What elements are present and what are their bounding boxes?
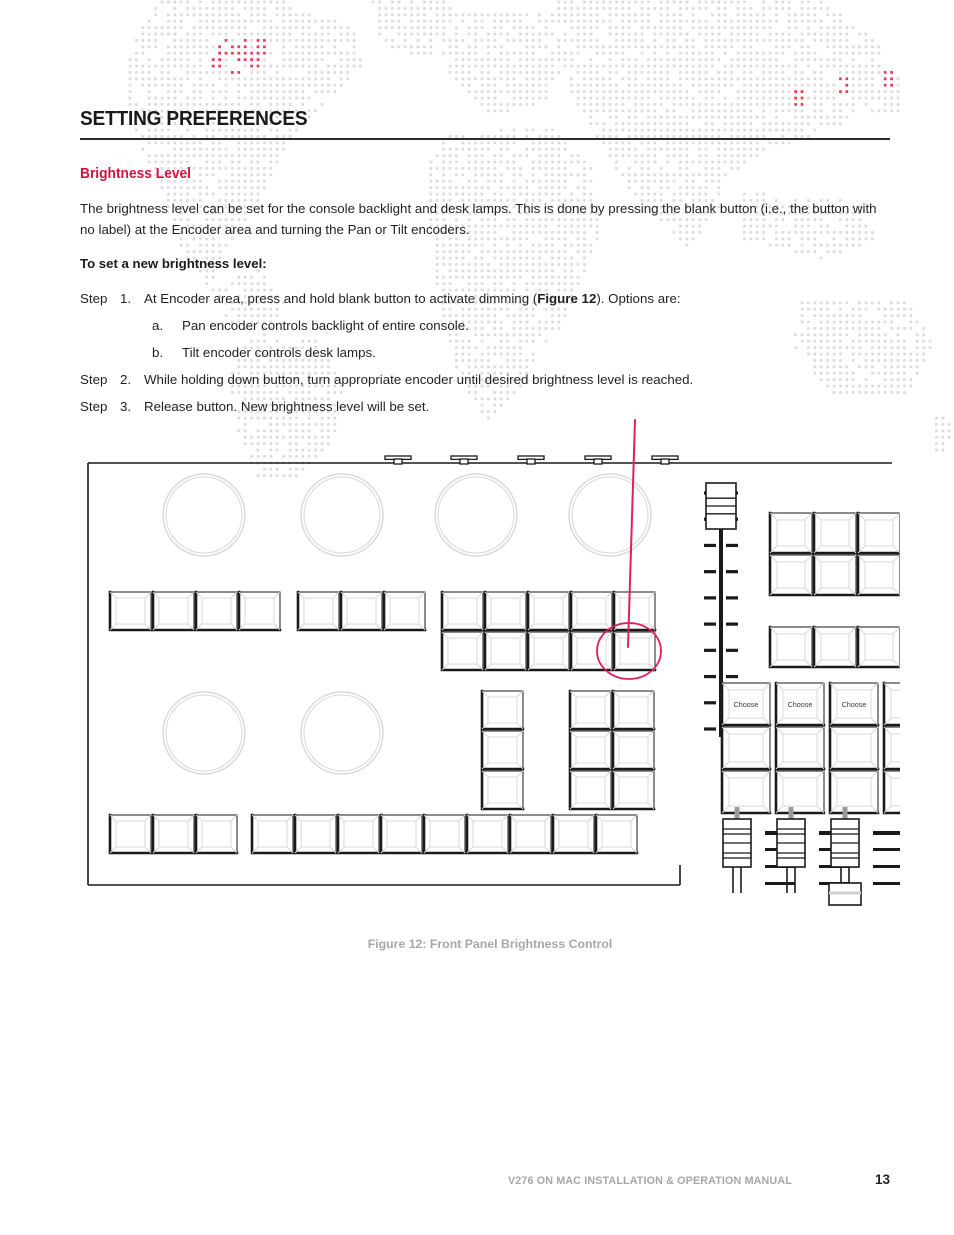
- figure-caption: Figure 12: Front Panel Brightness Contro…: [367, 937, 613, 951]
- step-1: Step 1. At Encoder area, press and hold …: [80, 282, 890, 309]
- substep-b: b. Tilt encoder controls desk lamps.: [80, 336, 890, 363]
- substep-a: a. Pan encoder controls backlight of ent…: [80, 309, 890, 336]
- step-3-word: Step: [80, 399, 108, 414]
- step-2-number: 2.: [120, 372, 132, 387]
- step-2-text: While holding down button, turn appropri…: [144, 372, 694, 387]
- step-1-number: 1.: [120, 291, 132, 306]
- footer-manual-title: V276 ON MAC INSTALLATION & OPERATION MAN…: [508, 1175, 792, 1187]
- svg-text:Choose: Choose: [788, 700, 813, 709]
- procedure-steps: Step 1. At Encoder area, press and hold …: [80, 271, 890, 417]
- step-1-text: At Encoder area, press and hold blank bu…: [144, 289, 890, 309]
- page-title: SETTING PREFERENCES: [80, 107, 308, 130]
- subsection-title: Brightness Level: [80, 166, 192, 182]
- page-footer: V276 ON MAC INSTALLATION & OPERATION MAN…: [80, 1172, 890, 1187]
- step-2-word: Step: [80, 372, 108, 387]
- step-1-text-after: ). Options are:: [596, 291, 681, 306]
- substep-b-text: Tilt encoder controls desk lamps.: [182, 345, 376, 360]
- front-panel-diagram: Choose Choose Choose: [87, 419, 900, 906]
- step-1-word: Step: [80, 291, 108, 306]
- step-1-figure-ref: Figure 12: [537, 291, 597, 306]
- footer-page-number: 13: [874, 1172, 890, 1187]
- step-3-number: 3.: [120, 399, 132, 414]
- svg-text:Choose: Choose: [842, 700, 867, 709]
- step-3: Step 3. Release button. New brightness l…: [80, 390, 890, 417]
- substep-a-letter: a.: [152, 318, 164, 333]
- procedure-lead-in: To set a new brightness level:: [80, 256, 267, 271]
- svg-text:Choose: Choose: [734, 700, 759, 709]
- page-content: SETTING PREFERENCES Brightness Level The…: [80, 0, 890, 417]
- step-2: Step 2. While holding down button, turn …: [80, 363, 890, 390]
- substep-a-text: Pan encoder controls backlight of entire…: [182, 318, 469, 333]
- step-1-text-before: At Encoder area, press and hold blank bu…: [144, 291, 538, 306]
- substep-b-letter: b.: [152, 345, 164, 360]
- manual-page: SETTING PREFERENCES Brightness Level The…: [0, 0, 954, 1235]
- figure-12: Choose Choose Choose Figure 12: Front Pane…: [80, 415, 900, 975]
- intro-paragraph: The brightness level can be set for the …: [80, 201, 877, 237]
- step-3-text: Release button. New brightness level wil…: [144, 399, 430, 414]
